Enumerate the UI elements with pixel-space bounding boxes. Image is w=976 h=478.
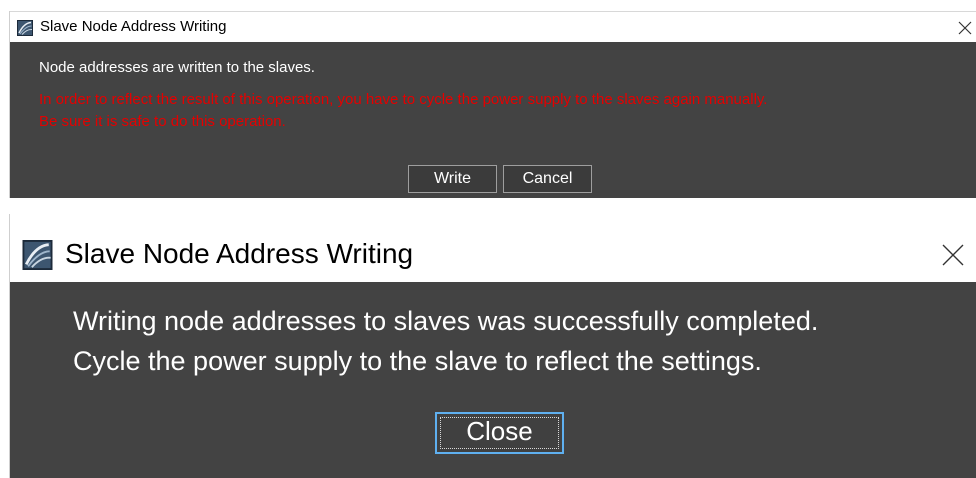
- warning-message-line2: Be sure it is safe to do this operation.: [39, 113, 286, 130]
- success-message-line2: Cycle the power supply to the slave to r…: [73, 346, 762, 376]
- dialog-title: Slave Node Address Writing: [40, 18, 227, 35]
- cancel-button[interactable]: Cancel: [503, 165, 592, 193]
- app-icon: [17, 20, 33, 36]
- write-button[interactable]: Write: [408, 165, 497, 193]
- app-icon: [22, 240, 53, 270]
- close-icon[interactable]: [942, 244, 964, 266]
- close-button-label: Close: [466, 416, 533, 446]
- dialog-titlebar[interactable]: Slave Node Address Writing: [10, 214, 976, 282]
- info-message: Node addresses are written to the slaves…: [39, 59, 315, 76]
- write-confirm-dialog: Slave Node Address Writing Node addresse…: [9, 11, 976, 198]
- warning-message-line1: In order to reflect the result of this o…: [39, 91, 768, 108]
- dialog-titlebar[interactable]: Slave Node Address Writing: [10, 11, 976, 42]
- dialog-body: Node addresses are written to the slaves…: [10, 42, 976, 198]
- close-button[interactable]: Close: [435, 412, 564, 454]
- success-message-line1: Writing node addresses to slaves was suc…: [73, 306, 819, 336]
- write-complete-dialog: Slave Node Address Writing Writing node …: [9, 214, 976, 478]
- close-icon[interactable]: [958, 21, 972, 35]
- dialog-body: Writing node addresses to slaves was suc…: [10, 282, 976, 478]
- dialog-title: Slave Node Address Writing: [65, 238, 414, 269]
